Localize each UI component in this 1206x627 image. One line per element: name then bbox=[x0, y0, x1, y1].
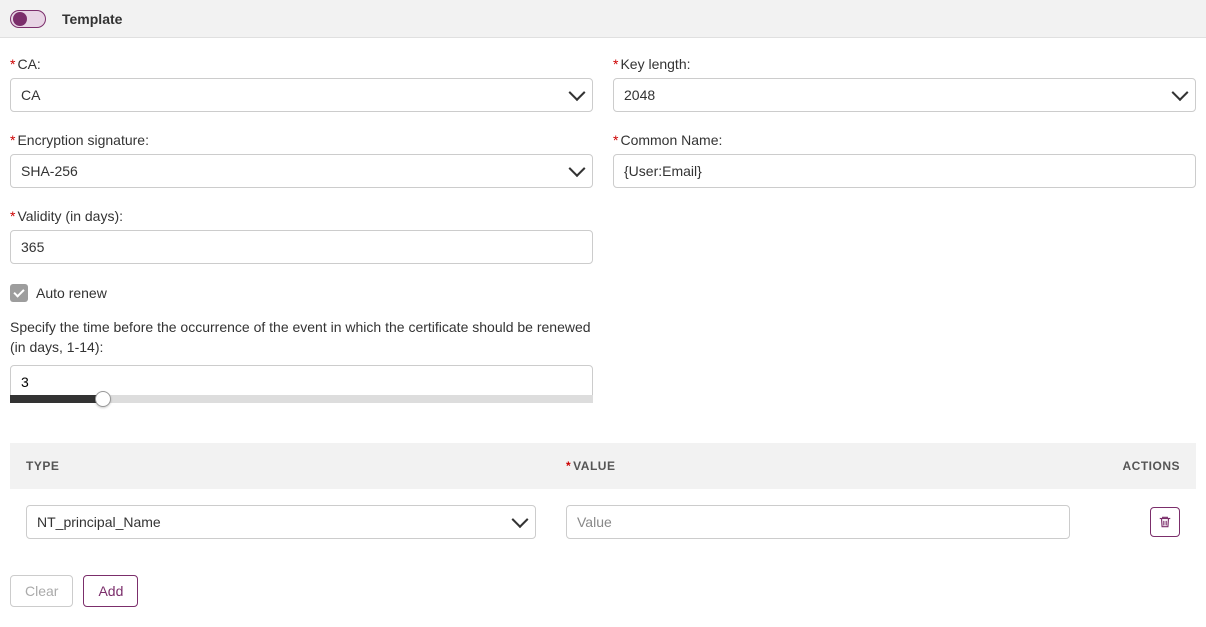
template-header: Template bbox=[0, 0, 1206, 38]
enc-label: *Encryption signature: bbox=[10, 132, 593, 148]
row-value-input[interactable] bbox=[566, 505, 1070, 539]
trash-icon bbox=[1158, 515, 1172, 529]
table-header: TYPE *VALUE ACTIONS bbox=[10, 443, 1196, 489]
button-row: Clear Add bbox=[0, 555, 1206, 627]
renew-slider-thumb[interactable] bbox=[95, 391, 111, 407]
right-column: *Key length: 2048 *Common Name: bbox=[613, 56, 1196, 403]
check-icon bbox=[13, 286, 24, 297]
row-type-cell: NT_principal_Name bbox=[26, 505, 566, 539]
keylen-select[interactable]: 2048 bbox=[613, 78, 1196, 112]
clear-button[interactable]: Clear bbox=[10, 575, 73, 607]
row-actions-cell bbox=[1100, 507, 1180, 537]
row-type-select-wrap: NT_principal_Name bbox=[26, 505, 536, 539]
template-toggle[interactable] bbox=[10, 10, 46, 28]
enc-select[interactable]: SHA-256 bbox=[10, 154, 593, 188]
validity-input[interactable] bbox=[10, 230, 593, 264]
autorenew-checkbox[interactable] bbox=[10, 284, 28, 302]
left-column: *CA: CA *Encryption signature: SHA-256 *… bbox=[10, 56, 593, 403]
renew-helper-text: Specify the time before the occurrence o… bbox=[10, 318, 593, 357]
enc-field: *Encryption signature: SHA-256 bbox=[10, 132, 593, 188]
form-area: *CA: CA *Encryption signature: SHA-256 *… bbox=[0, 38, 1206, 413]
renew-slider-wrap bbox=[10, 365, 593, 403]
cn-input[interactable] bbox=[613, 154, 1196, 188]
validity-field: *Validity (in days): bbox=[10, 208, 593, 264]
add-button[interactable]: Add bbox=[83, 575, 138, 607]
header-value-text: VALUE bbox=[573, 459, 615, 473]
keylen-label-text: Key length: bbox=[620, 56, 690, 72]
cn-field: *Common Name: bbox=[613, 132, 1196, 188]
autorenew-label: Auto renew bbox=[36, 285, 107, 301]
toggle-knob bbox=[13, 12, 27, 26]
header-type: TYPE bbox=[26, 459, 566, 473]
row-type-select[interactable]: NT_principal_Name bbox=[26, 505, 536, 539]
enc-label-text: Encryption signature: bbox=[17, 132, 149, 148]
header-actions: ACTIONS bbox=[1100, 459, 1180, 473]
renew-slider-fill bbox=[10, 395, 103, 403]
template-label: Template bbox=[62, 11, 122, 27]
ca-label: *CA: bbox=[10, 56, 593, 72]
keylen-label: *Key length: bbox=[613, 56, 1196, 72]
ca-field: *CA: CA bbox=[10, 56, 593, 112]
ca-select-wrap: CA bbox=[10, 78, 593, 112]
renew-slider-track[interactable] bbox=[10, 395, 593, 403]
cn-label: *Common Name: bbox=[613, 132, 1196, 148]
ca-label-text: CA: bbox=[17, 56, 40, 72]
ca-select[interactable]: CA bbox=[10, 78, 593, 112]
keylen-field: *Key length: 2048 bbox=[613, 56, 1196, 112]
header-value: *VALUE bbox=[566, 459, 1100, 473]
row-value-cell bbox=[566, 505, 1100, 539]
table-row: NT_principal_Name bbox=[10, 489, 1196, 555]
validity-label: *Validity (in days): bbox=[10, 208, 593, 224]
delete-button[interactable] bbox=[1150, 507, 1180, 537]
enc-select-wrap: SHA-256 bbox=[10, 154, 593, 188]
keylen-select-wrap: 2048 bbox=[613, 78, 1196, 112]
validity-label-text: Validity (in days): bbox=[17, 208, 123, 224]
cn-label-text: Common Name: bbox=[620, 132, 722, 148]
table-area: TYPE *VALUE ACTIONS NT_principal_Name bbox=[10, 443, 1196, 555]
autorenew-row: Auto renew bbox=[10, 284, 593, 302]
